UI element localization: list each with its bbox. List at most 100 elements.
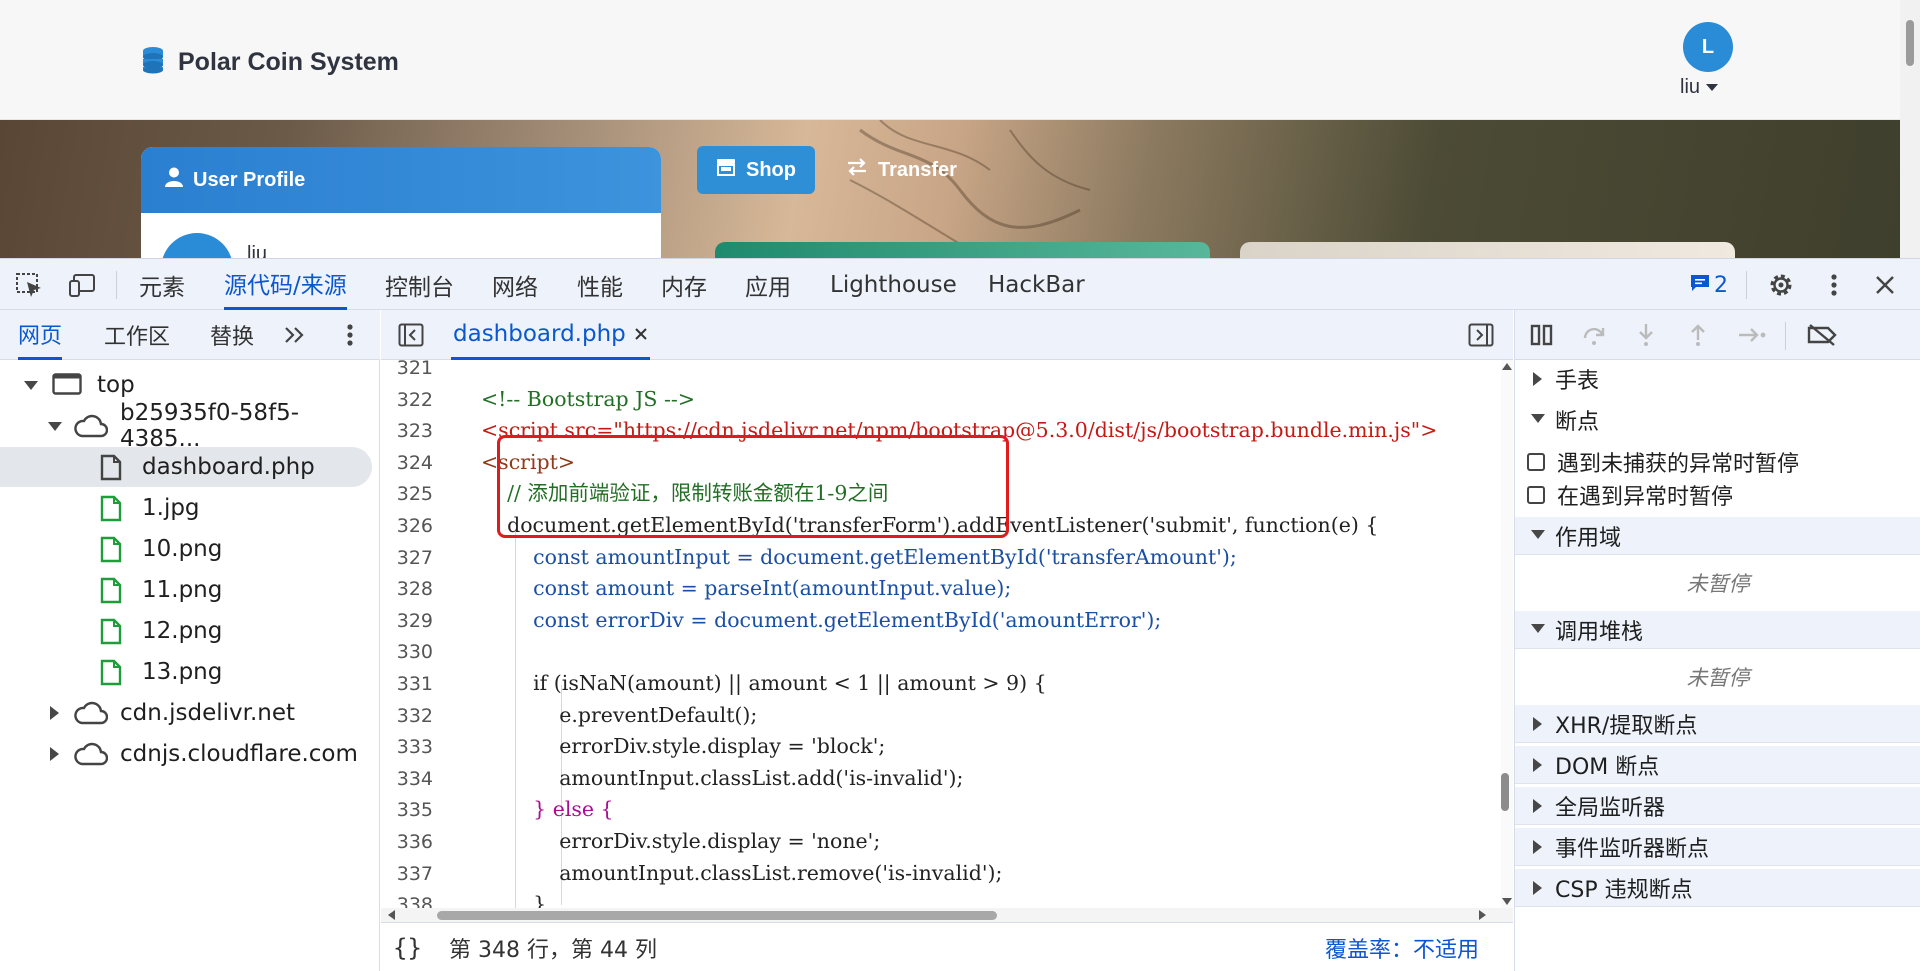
tab-network[interactable]: 网络 (492, 259, 538, 310)
tree-item-image[interactable]: 11.png (0, 570, 372, 610)
tree-item-image[interactable]: 13.png (0, 652, 372, 692)
collapse-arrow-icon[interactable] (1533, 799, 1542, 813)
tab-hackbar[interactable]: HackBar (988, 259, 1085, 310)
tab-performance[interactable]: 性能 (577, 259, 623, 310)
deactivate-breakpoints-icon[interactable] (1805, 322, 1839, 348)
code-line: 328 const amount = parseInt(amountInput.… (381, 573, 1501, 605)
section-dom-breakpoints[interactable]: DOM 断点 (1515, 746, 1920, 784)
inspect-element-icon[interactable] (14, 271, 44, 299)
transfer-button[interactable]: Transfer (846, 146, 957, 194)
scroll-up-arrow-icon[interactable] (1502, 362, 1512, 370)
shop-button[interactable]: Shop (697, 146, 815, 194)
collapse-arrow-icon[interactable] (1533, 717, 1542, 731)
collapse-arrow-icon[interactable] (1533, 881, 1542, 895)
section-scope[interactable]: 作用域 (1515, 517, 1920, 555)
scroll-down-arrow-icon[interactable] (1502, 898, 1512, 906)
checkbox-label: 在遇到异常时暂停 (1557, 485, 1734, 510)
pause-uncaught-option[interactable]: 遇到未捕获的异常时暂停 (1515, 446, 1920, 478)
editor-tab-bar: dashboard.php (381, 310, 1513, 360)
brand[interactable]: Polar Coin System (140, 46, 399, 78)
section-xhr-breakpoints[interactable]: XHR/提取断点 (1515, 705, 1920, 743)
red-annotation-box (497, 435, 1009, 538)
scope-not-paused: 未暂停 (1686, 572, 1750, 596)
tab-page[interactable]: 网页 (18, 310, 63, 360)
checkbox[interactable] (1527, 453, 1545, 471)
close-icon[interactable] (1870, 270, 1900, 300)
section-csp-breakpoints[interactable]: CSP 违规断点 (1515, 869, 1920, 907)
toggle-debugger-icon[interactable] (1467, 322, 1495, 348)
user-avatar[interactable]: L (1683, 22, 1733, 72)
coverage-link[interactable]: 覆盖率：不适用 (1325, 932, 1479, 964)
close-tab-icon[interactable] (634, 321, 648, 347)
collapse-arrow-icon[interactable] (1533, 372, 1542, 386)
checkbox[interactable] (1527, 486, 1545, 504)
device-toolbar-icon[interactable] (68, 271, 98, 299)
pretty-print-icon[interactable]: {} (393, 934, 422, 962)
tree-item-domain[interactable]: cdn.jsdelivr.net (0, 693, 372, 733)
tree-item-image[interactable]: 12.png (0, 611, 372, 651)
settings-gear-icon[interactable] (1766, 270, 1796, 300)
page-scroll-thumb[interactable] (1906, 20, 1914, 66)
expand-arrow-icon[interactable] (1531, 530, 1545, 539)
section-global-listeners[interactable]: 全局监听器 (1515, 787, 1920, 825)
coin-card (1240, 242, 1735, 258)
tree-item-label: 1.jpg (142, 495, 200, 521)
tab-elements[interactable]: 元素 (139, 259, 185, 310)
tree-item-top[interactable]: top (0, 365, 372, 405)
code-line: 338 } (381, 889, 1501, 908)
tab-application[interactable]: 应用 (745, 259, 791, 310)
tab-memory[interactable]: 内存 (661, 259, 707, 310)
tree-item-label: b25935f0-58f5-4385... (120, 400, 300, 452)
section-watch[interactable]: 手表 (1515, 360, 1920, 398)
line-number: 323 (396, 420, 433, 443)
expand-arrow-icon[interactable] (48, 422, 62, 431)
more-options-icon[interactable] (1822, 270, 1846, 300)
tree-item-file-selected[interactable]: dashboard.php (0, 447, 372, 487)
page-scrollbar[interactable] (1900, 0, 1920, 258)
scroll-left-arrow-icon[interactable] (387, 910, 395, 920)
web-page-viewport: Polar Coin System L liu User Profile liu (0, 0, 1920, 258)
expand-arrow-icon[interactable] (1531, 624, 1545, 633)
code-text: const amountInput = document.getElementB… (481, 544, 1237, 569)
pause-icon[interactable] (1529, 322, 1555, 348)
tab-workspace[interactable]: 工作区 (104, 310, 170, 360)
call-stack-not-paused: 未暂停 (1686, 666, 1750, 690)
code-line: 336 errorDiv.style.display = 'none'; (381, 826, 1501, 858)
toolbar-divider (1746, 271, 1747, 299)
tree-item-image[interactable]: 10.png (0, 529, 372, 569)
tab-console[interactable]: 控制台 (385, 259, 454, 310)
code-vertical-scrollbar[interactable] (1501, 360, 1513, 908)
store-icon (716, 158, 736, 182)
pause-caught-option[interactable]: 在遇到异常时暂停 (1515, 479, 1920, 511)
collapse-arrow-icon[interactable] (50, 747, 59, 761)
scroll-right-arrow-icon[interactable] (1479, 910, 1487, 920)
tree-item-image[interactable]: 1.jpg (0, 488, 372, 528)
section-title: 事件监听器断点 (1555, 836, 1710, 862)
tree-item-domain[interactable]: cdnjs.cloudflare.com (0, 734, 372, 774)
collapse-arrow-icon[interactable] (1533, 758, 1542, 772)
tree-item-domain[interactable]: b25935f0-58f5-4385... (0, 400, 372, 452)
horizontal-scroll-thumb[interactable] (437, 911, 997, 920)
code-line: 334 amountInput.classList.add('is-invali… (381, 763, 1501, 795)
section-event-listener-breakpoints[interactable]: 事件监听器断点 (1515, 828, 1920, 866)
collapse-arrow-icon[interactable] (50, 706, 59, 720)
section-call-stack[interactable]: 调用堆栈 (1515, 611, 1920, 649)
user-menu-toggle[interactable]: liu (1680, 76, 1719, 99)
code-horizontal-scrollbar[interactable] (381, 908, 1513, 922)
vertical-scroll-thumb[interactable] (1501, 773, 1509, 811)
more-tabs-chevron-icon[interactable] (280, 322, 310, 348)
user-profile-card: User Profile liu (141, 147, 661, 258)
issues-counter[interactable]: 2 (1690, 271, 1728, 299)
navigator-menu-icon[interactable] (340, 322, 360, 348)
tab-sources[interactable]: 源代码/来源 (224, 259, 347, 310)
toggle-navigator-icon[interactable] (397, 322, 425, 348)
expand-arrow-icon[interactable] (24, 381, 38, 390)
section-breakpoints[interactable]: 断点 (1515, 401, 1920, 439)
expand-arrow-icon[interactable] (1531, 414, 1545, 423)
tab-overrides[interactable]: 替换 (210, 310, 254, 360)
editor-file-tab[interactable]: dashboard.php (451, 310, 650, 360)
collapse-arrow-icon[interactable] (1533, 840, 1542, 854)
code-text: amountInput.classList.add('is-invalid'); (481, 765, 964, 790)
tab-lighthouse[interactable]: Lighthouse (830, 259, 957, 310)
step-out-icon (1685, 322, 1711, 348)
